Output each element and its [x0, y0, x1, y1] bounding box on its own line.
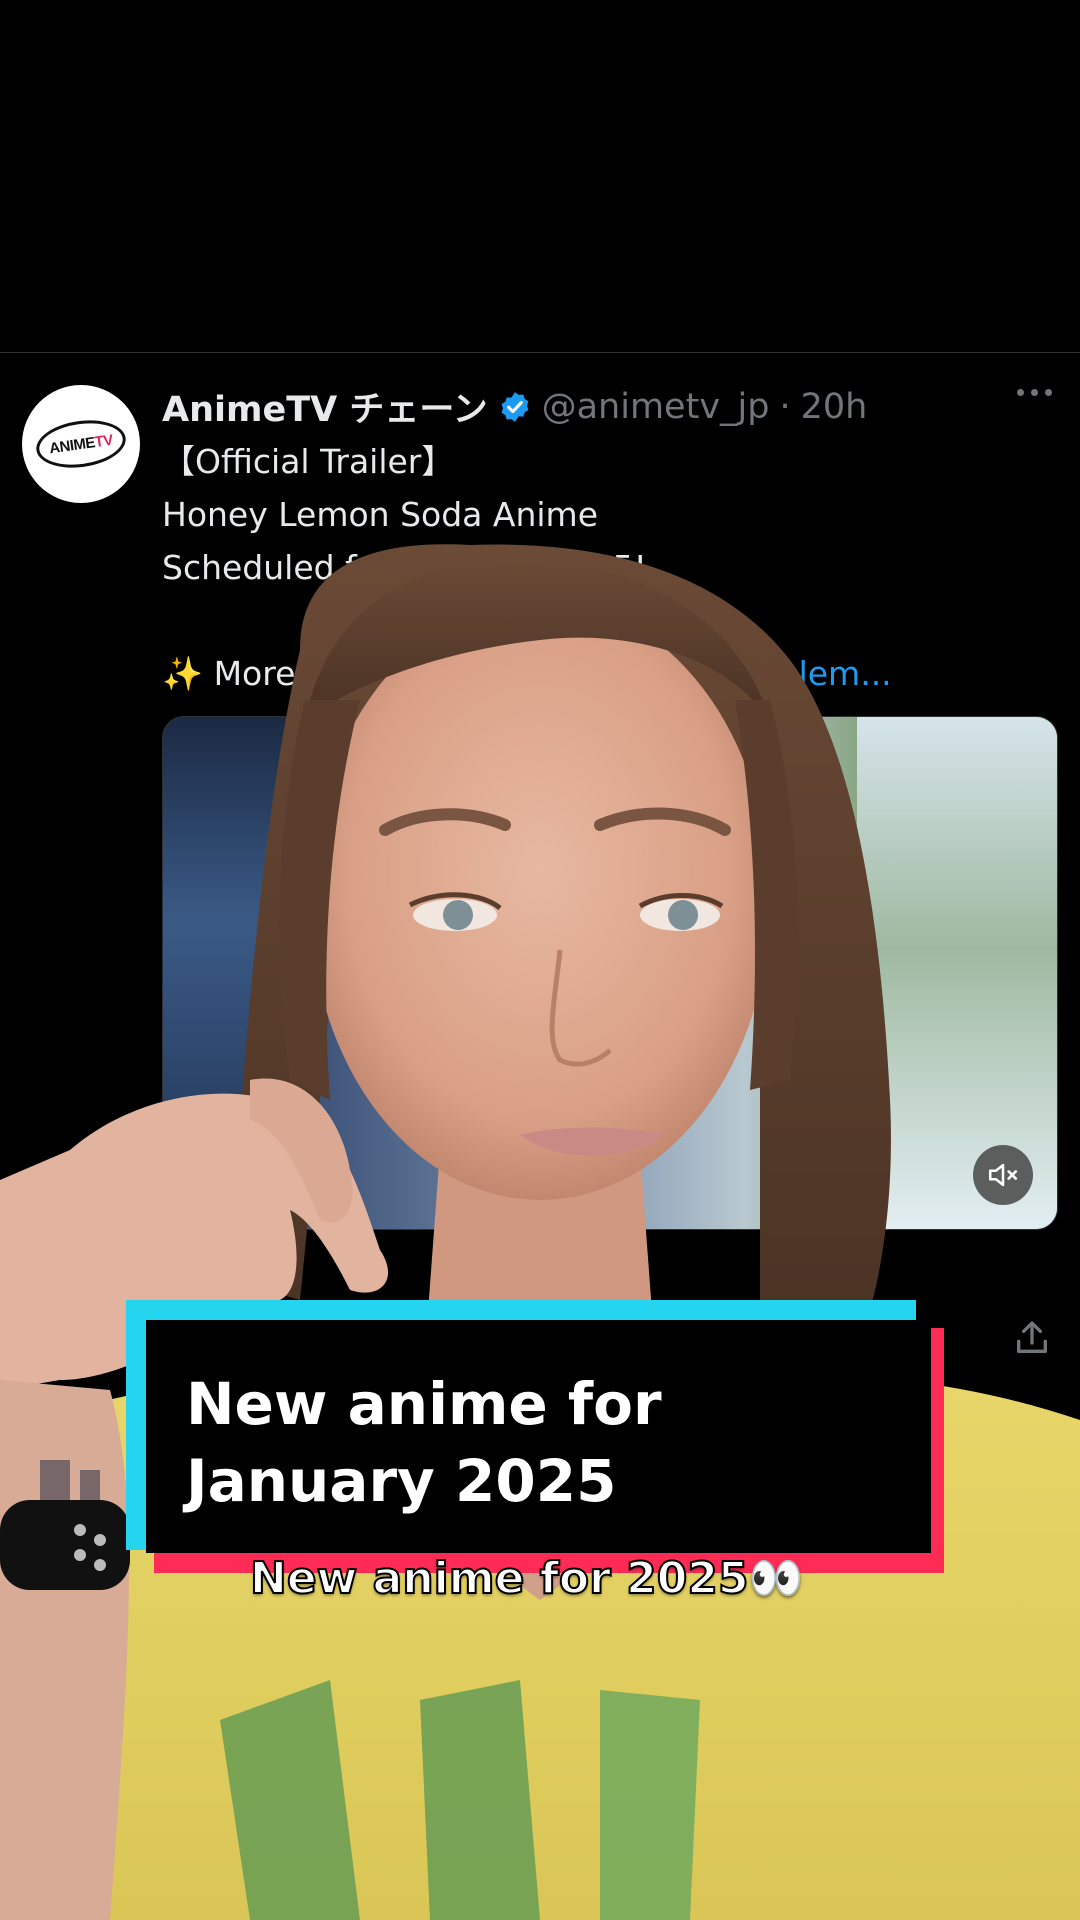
caption-box: New anime for January 2025: [126, 1300, 944, 1573]
more-options-icon[interactable]: [1017, 389, 1052, 396]
tweet-line-more: ✨ More: ney-lem...: [162, 654, 892, 693]
mute-icon: [988, 1163, 1018, 1187]
author-name[interactable]: AnimeTV チェーン: [162, 381, 488, 432]
header-separator: ·: [779, 386, 791, 427]
tweet-link[interactable]: ney-lem...: [727, 654, 892, 693]
verified-badge-icon: [501, 391, 529, 422]
tweet-header: AnimeTV チェーン @animetv_jp · 20h: [162, 381, 867, 432]
caption-title: New anime for January 2025: [186, 1370, 662, 1515]
tweet-card: ANIME TV AnimeTV チェーン @animetv_jp · 20h 【…: [0, 352, 1080, 1920]
avatar[interactable]: ANIME TV: [22, 385, 140, 503]
tweet-text: 【Official Trailer】 Honey Lemon Soda Anim…: [162, 435, 1042, 700]
video-frame: ANIME TV AnimeTV チェーン @animetv_jp · 20h 【…: [0, 0, 1080, 1920]
tweet-line-2: Honey Lemon Soda Anime: [162, 495, 598, 534]
tweet-timestamp[interactable]: 20h: [801, 387, 868, 427]
author-handle[interactable]: @animetv_jp: [542, 387, 770, 427]
mute-button[interactable]: [973, 1145, 1033, 1205]
animetv-logo: ANIME TV: [33, 414, 129, 474]
tweet-line-1: 【Official Trailer】: [162, 442, 455, 481]
tweet-video[interactable]: [162, 716, 1058, 1230]
share-icon[interactable]: [1012, 1318, 1052, 1358]
tweet-line-3: Scheduled for J 025!: [162, 548, 647, 587]
video-subtitle: New anime for 2025👀: [249, 1552, 804, 1605]
